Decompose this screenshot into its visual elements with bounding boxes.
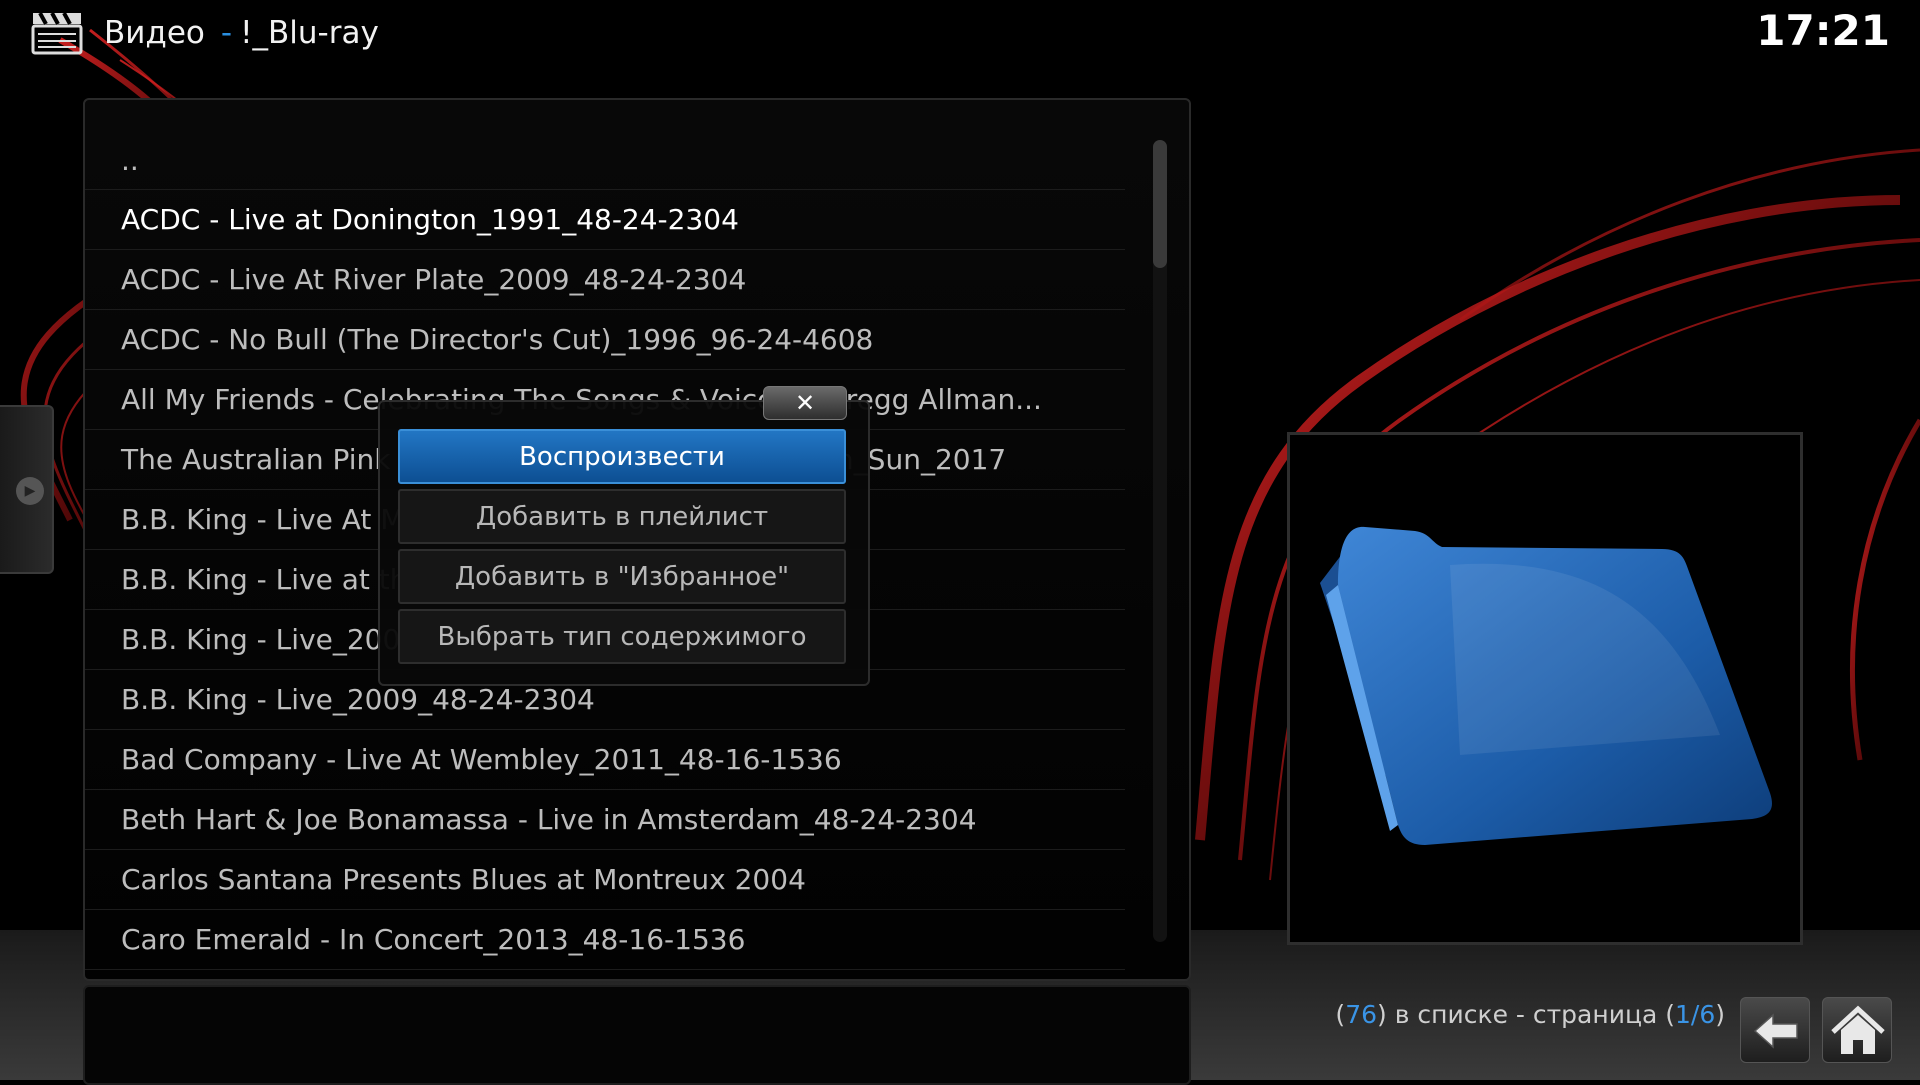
list-item[interactable]: Caro Emerald - In Concert_2013_48-16-153… — [85, 910, 1125, 970]
context-item-add-to-favourites[interactable]: Добавить в "Избранное" — [398, 549, 846, 604]
page-number: 1/6 — [1675, 1000, 1716, 1029]
count-number: 76 — [1345, 1000, 1377, 1029]
header: Видео - !_Blu-ray — [30, 8, 379, 58]
scrollbar[interactable] — [1153, 140, 1167, 942]
list-item[interactable]: Beth Hart & Joe Bonamassa - Live in Amst… — [85, 790, 1125, 850]
title-separator: - — [220, 15, 233, 51]
parent-folder-item[interactable]: .. — [85, 132, 1125, 190]
list-item[interactable]: Bad Company - Live At Wembley_2011_48-16… — [85, 730, 1125, 790]
context-item-add-to-playlist[interactable]: Добавить в плейлист — [398, 489, 846, 544]
info-panel — [83, 985, 1191, 1085]
count-text: ) в списке - страница ( — [1377, 1000, 1675, 1029]
clapperboard-icon — [31, 12, 83, 55]
list-item[interactable]: ACDC - No Bull (The Director's Cut)_1996… — [85, 310, 1125, 370]
list-item[interactable]: Carlos Santana Presents Blues at Montreu… — [85, 850, 1125, 910]
count-close-paren: ) — [1715, 1000, 1725, 1029]
back-arrow-icon — [1753, 1013, 1798, 1049]
section-title: Видео — [104, 15, 205, 51]
chevron-right-icon: ▶ — [16, 477, 44, 505]
side-menu-tab[interactable]: ▶ — [0, 405, 54, 574]
thumbnail-frame — [1287, 432, 1803, 945]
context-item-play[interactable]: Воспроизвести — [398, 429, 846, 484]
home-button[interactable] — [1822, 997, 1892, 1063]
back-button[interactable] — [1740, 997, 1810, 1063]
folder-icon — [1320, 526, 1772, 845]
home-icon — [1831, 1005, 1885, 1054]
scrollbar-thumb[interactable] — [1153, 140, 1167, 268]
clock: 17:21 — [1756, 6, 1890, 55]
list-item[interactable]: ACDC - Live At River Plate_2009_48-24-23… — [85, 250, 1125, 310]
item-count: (76) в списке - страница (1/6) — [1335, 1000, 1725, 1029]
folder-name: !_Blu-ray — [240, 15, 379, 51]
list-item[interactable]: ACDC - Live at Donington_1991_48-24-2304 — [85, 190, 1125, 250]
close-icon[interactable]: ✕ — [763, 386, 847, 420]
count-open-paren: ( — [1335, 1000, 1346, 1029]
context-item-set-content-type[interactable]: Выбрать тип содержимого — [398, 609, 846, 664]
